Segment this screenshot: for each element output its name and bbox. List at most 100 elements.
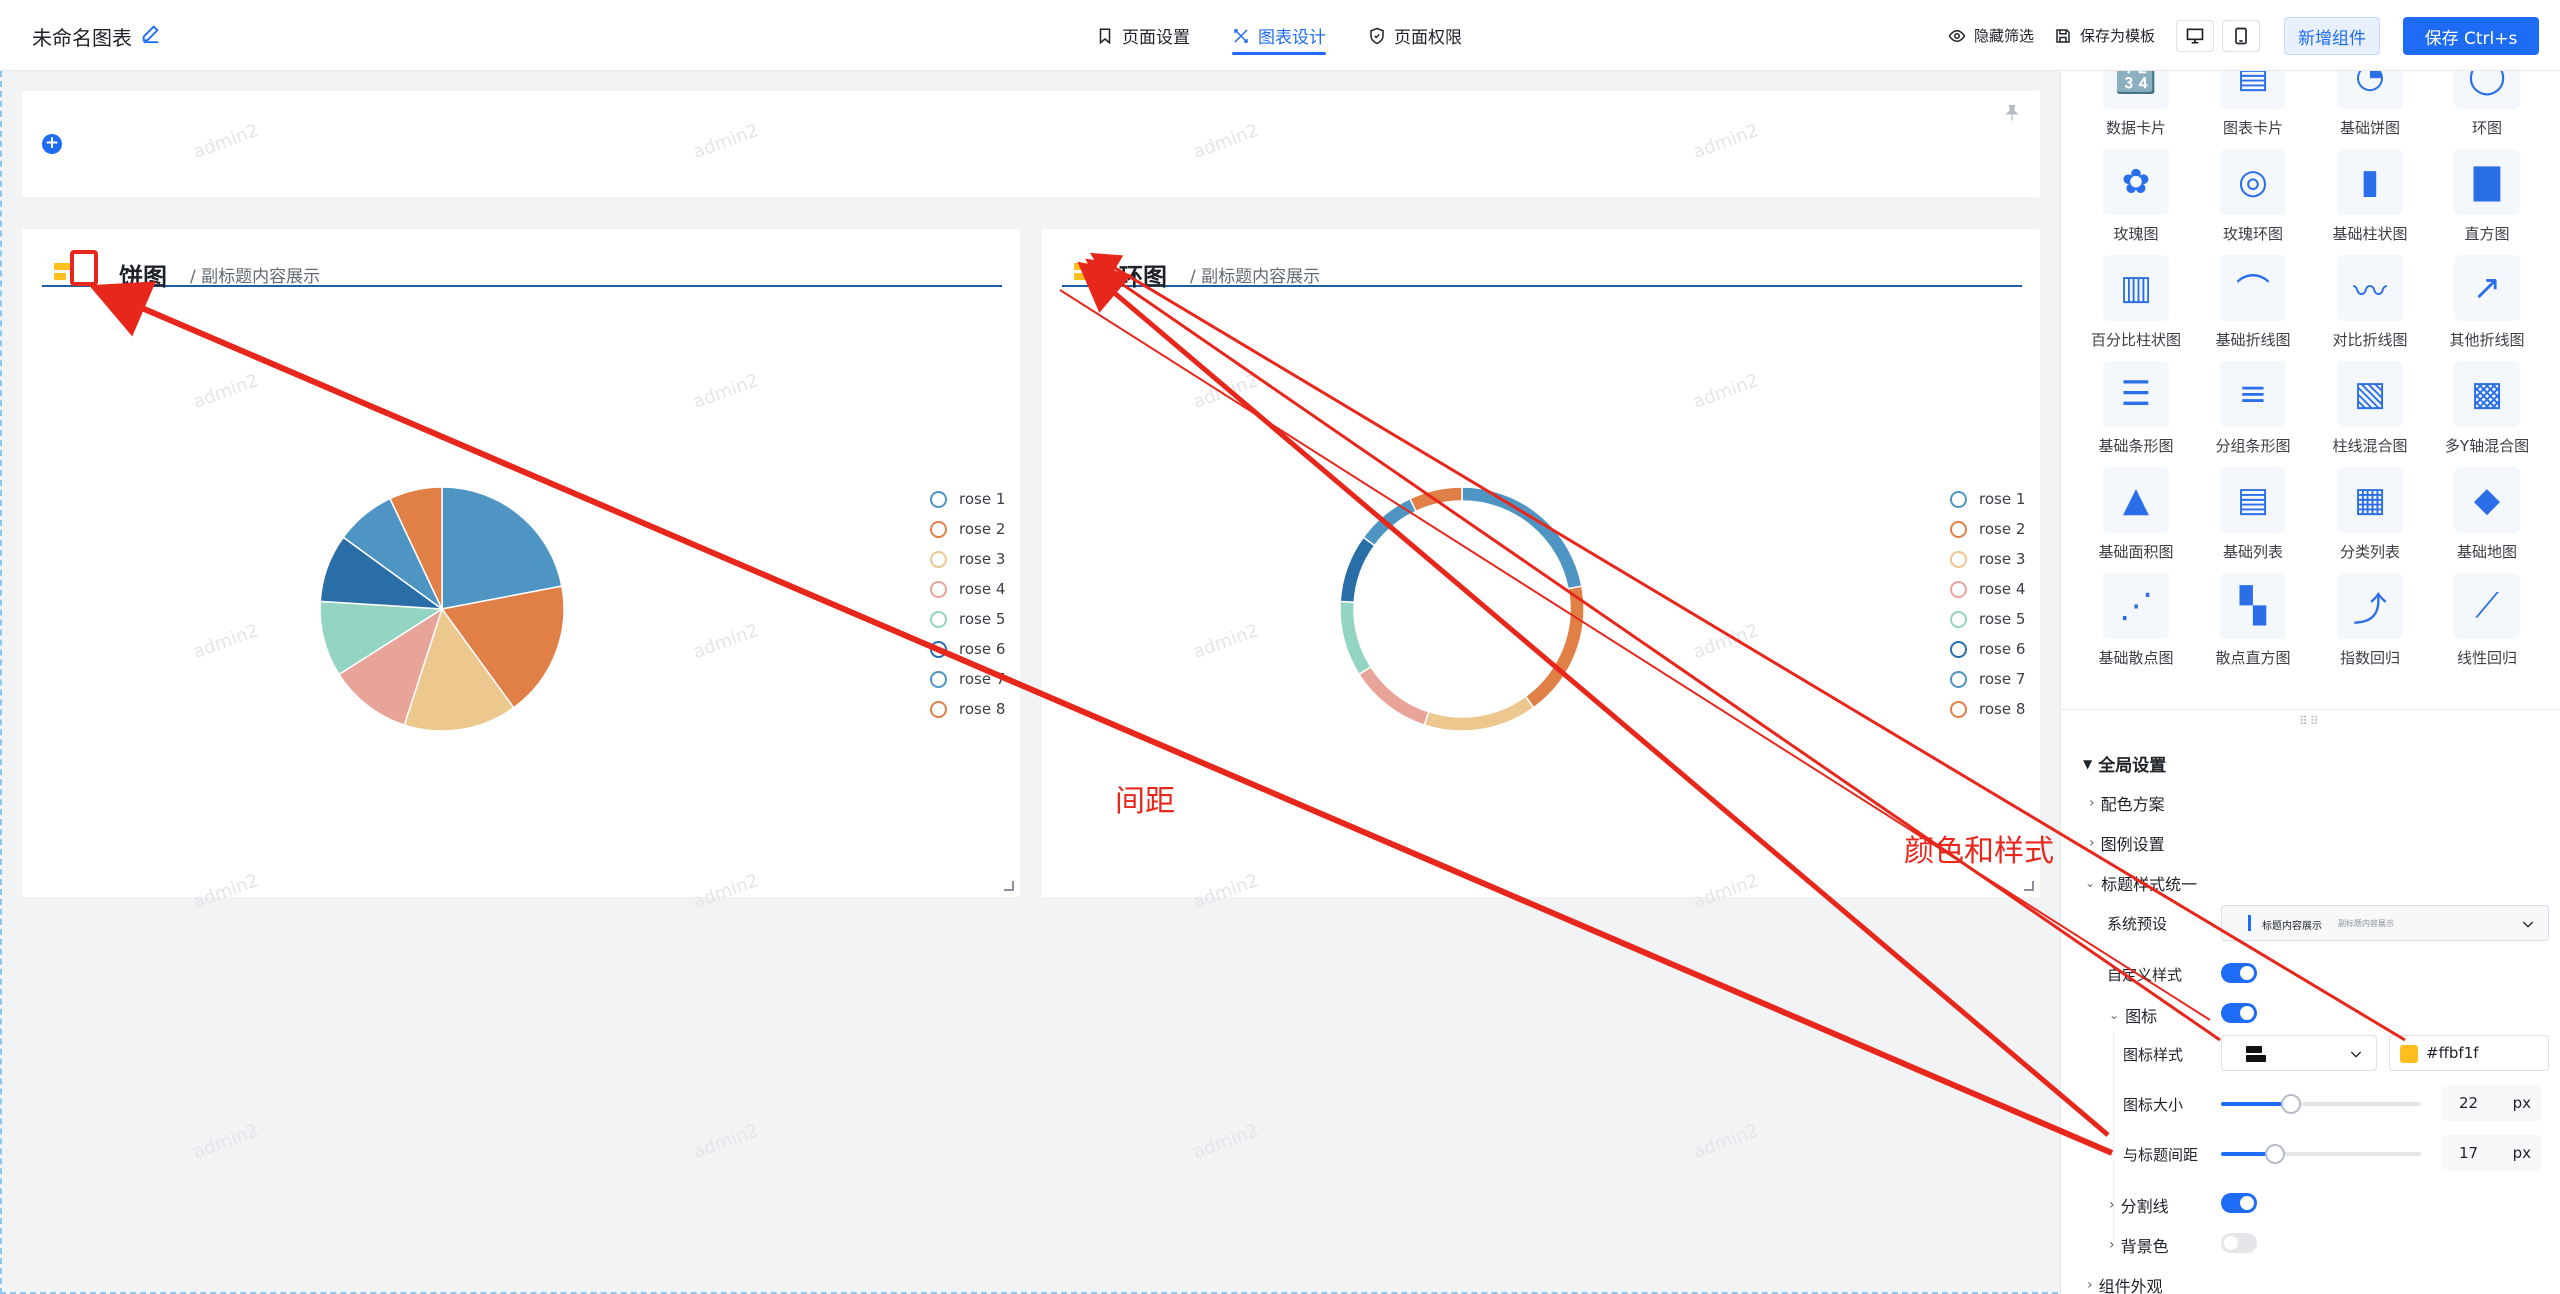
tab-page-permission[interactable]: 页面权限 <box>1368 0 1462 71</box>
donut-chart-card[interactable]: 环图 / 副标题内容展示 rose 1 rose 2 rose 3 rose 4 ros… <box>1042 229 2040 897</box>
component-item[interactable]: ↗ 其他折线图 <box>2432 255 2542 355</box>
icon-gap-slider[interactable] <box>2221 1144 2421 1164</box>
slice-rose-1[interactable] <box>1461 486 1583 590</box>
section-bg-color[interactable]: › 背景色 <box>2109 1233 2169 1257</box>
legend-item[interactable]: rose 3 <box>1950 544 2025 574</box>
resize-handle-icon[interactable] <box>1004 881 1014 891</box>
component-item[interactable]: ▲ 基础面积图 <box>2081 467 2191 567</box>
component-label: 玫瑰图 <box>2113 225 2159 243</box>
component-item[interactable]: ◎ 玫瑰环图 <box>2198 149 2308 249</box>
caret-down-icon: ▼ <box>2083 756 2093 771</box>
legend-item[interactable]: rose 8 <box>1950 694 2025 724</box>
legend-item[interactable]: rose 6 <box>1950 634 2025 664</box>
component-item[interactable]: ▇ 直方图 <box>2432 149 2542 249</box>
section-color-scheme[interactable]: › 配色方案 <box>2089 791 2165 815</box>
slice-rose-5[interactable] <box>1339 600 1372 676</box>
tab-chart-design[interactable]: 图表设计 <box>1232 0 1326 71</box>
icon-size-input[interactable]: 22 px <box>2441 1085 2541 1121</box>
section-divider[interactable]: › 分割线 <box>2109 1193 2169 1217</box>
watermark-text: admin2 <box>1190 1120 1262 1163</box>
bg-color-toggle[interactable] <box>2221 1233 2257 1253</box>
add-filter-icon[interactable]: + <box>42 134 62 154</box>
legend-item[interactable]: rose 7 <box>1950 664 2025 694</box>
component-label: 散点直方图 <box>2215 649 2291 667</box>
desktop-view-button[interactable] <box>2176 20 2214 52</box>
section-title-style[interactable]: ⌄ 标题样式统一 <box>2085 871 2197 895</box>
icon-size-slider[interactable] <box>2221 1094 2421 1114</box>
preset-select[interactable]: 标题内容展示 副标题内容展示 <box>2221 905 2549 941</box>
pie-legend: rose 1 rose 2 rose 3 rose 4 rose 5 rose 6 rose… <box>930 484 1005 724</box>
annotation-color-style: 颜色和样式 <box>1904 834 2054 869</box>
slice-rose-4[interactable] <box>1357 665 1430 726</box>
component-item[interactable]: ⌒ 基础折线图 <box>2198 255 2308 355</box>
legend-item[interactable]: rose 2 <box>1950 514 2025 544</box>
component-item[interactable]: ≡ 分组条形图 <box>2198 361 2308 461</box>
component-item[interactable]: ▮ 基础柱状图 <box>2315 149 2425 249</box>
section-legend[interactable]: › 图例设置 <box>2089 831 2165 855</box>
legend-item[interactable]: rose 4 <box>1950 574 2025 604</box>
hide-filter-button[interactable]: 隐藏筛选 <box>1948 0 2034 71</box>
component-item[interactable]: ⟋ 线性回归 <box>2432 573 2542 673</box>
component-item[interactable]: 🔢 数据卡片 <box>2081 71 2191 143</box>
tab-page-settings[interactable]: 页面设置 <box>1096 0 1190 71</box>
pie-chart-card[interactable]: 饼图 / 副标题内容展示 rose 1 rose 2 rose 3 rose 4 ros… <box>22 229 1020 897</box>
component-item[interactable]: ◔ 基础饼图 <box>2315 71 2425 143</box>
component-item[interactable]: ▤ 基础列表 <box>2198 467 2308 567</box>
resize-handle-icon[interactable] <box>2024 881 2034 891</box>
slider-knob[interactable] <box>2281 1094 2301 1114</box>
chevron-right-icon: › <box>2087 1277 2093 1293</box>
slice-rose-7[interactable] <box>1362 497 1418 547</box>
icon-toggle[interactable] <box>2221 1003 2257 1023</box>
section-appearance[interactable]: › 组件外观 <box>2087 1273 2163 1294</box>
legend-item[interactable]: rose 6 <box>930 634 1005 664</box>
component-item[interactable]: 〰对比折线图 <box>2315 255 2425 355</box>
legend-item[interactable]: rose 8 <box>930 694 1005 724</box>
save-template-button[interactable]: 保存为模板 <box>2054 0 2155 71</box>
pin-icon[interactable] <box>2002 103 2022 123</box>
component-item[interactable]: ◆ 基础地图 <box>2432 467 2542 567</box>
icon-style-select[interactable] <box>2221 1035 2377 1071</box>
add-component-button[interactable]: 新增组件 <box>2284 17 2380 55</box>
legend-item[interactable]: rose 5 <box>930 604 1005 634</box>
component-item[interactable]: ⤴ 指数回归 <box>2315 573 2425 673</box>
section-global[interactable]: ▼ 全局设置 <box>2083 751 2166 776</box>
edit-pencil-icon[interactable] <box>140 22 162 44</box>
legend-item[interactable]: rose 5 <box>1950 604 2025 634</box>
divider-toggle[interactable] <box>2221 1193 2257 1213</box>
component-item[interactable]: ▩ 多Y轴混合图 <box>2432 361 2542 461</box>
legend-item[interactable]: rose 3 <box>930 544 1005 574</box>
slice-rose-6[interactable] <box>1339 536 1376 604</box>
slice-rose-8[interactable] <box>1409 486 1463 513</box>
component-item[interactable]: ▧ 柱线混合图 <box>2315 361 2425 461</box>
legend-item[interactable]: rose 1 <box>1950 484 2025 514</box>
component-item[interactable]: ✿ 玫瑰图 <box>2081 149 2191 249</box>
component-item[interactable]: ⋰ 基础散点图 <box>2081 573 2191 673</box>
save-icon <box>2056 28 2070 43</box>
icon-gap-input[interactable]: 17 px <box>2441 1135 2541 1171</box>
preset-main-text: 标题内容展示 <box>2262 921 2322 932</box>
slider-knob[interactable] <box>2265 1144 2285 1164</box>
mobile-view-button[interactable] <box>2222 20 2260 52</box>
section-icon[interactable]: ⌄ 图标 <box>2109 1003 2157 1027</box>
component-thumb-icon: ▇ <box>2454 149 2520 215</box>
icon-style-label: 图标样式 <box>2123 1046 2184 1064</box>
component-item[interactable]: ◯ 环图 <box>2432 71 2542 143</box>
component-item[interactable]: ▤ 图表卡片 <box>2198 71 2308 143</box>
legend-item[interactable]: rose 4 <box>930 574 1005 604</box>
slice-rose-2[interactable] <box>1524 585 1585 709</box>
component-item[interactable]: ▥ 百分比柱状图 <box>2081 255 2191 355</box>
component-label: 线性回归 <box>2456 649 2517 667</box>
slice-rose-3[interactable] <box>1423 695 1535 732</box>
legend-item[interactable]: rose 1 <box>930 484 1005 514</box>
component-item[interactable]: ▦ 分类列表 <box>2315 467 2425 567</box>
component-item[interactable]: ☰ 基础条形图 <box>2081 361 2191 461</box>
icon-color-picker[interactable]: #ffbf1f <box>2389 1035 2549 1071</box>
component-thumb-icon: ≡ <box>2220 361 2286 427</box>
component-item[interactable]: ▚ 散点直方图 <box>2198 573 2308 673</box>
save-button[interactable]: 保存 Ctrl+s <box>2403 17 2539 55</box>
custom-style-toggle[interactable] <box>2221 963 2257 983</box>
legend-item[interactable]: rose 2 <box>930 514 1005 544</box>
dashboard-canvas: + 饼图 / 副标题内容展示 rose 1 rose 2 rose 3 rose 4r… <box>0 71 2058 1294</box>
legend-item[interactable]: rose 7 <box>930 664 1005 694</box>
panel-splitter[interactable]: ⠿⠿ <box>2061 709 2560 728</box>
